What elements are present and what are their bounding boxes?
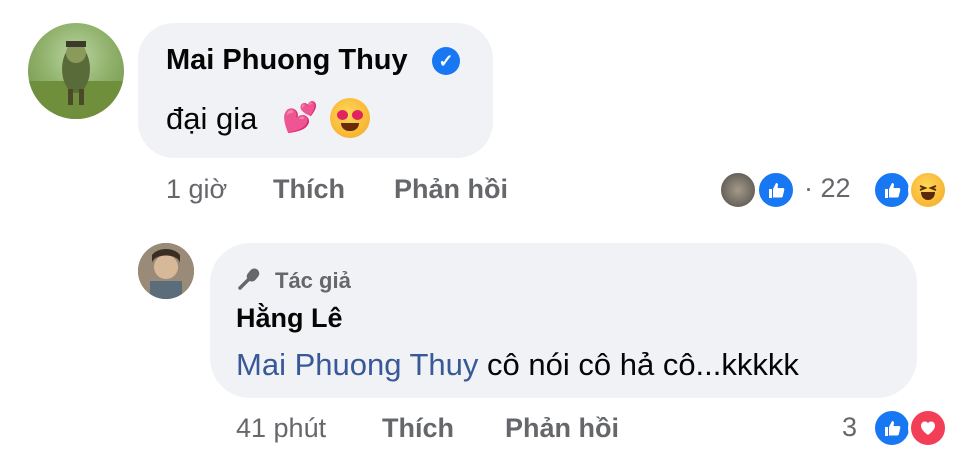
love-reaction-icon bbox=[908, 408, 948, 448]
reply-reactions[interactable]: 3 bbox=[838, 408, 958, 448]
reactor-avatar bbox=[718, 170, 758, 210]
reply-reply-button[interactable]: Phản hồi bbox=[505, 413, 619, 444]
author-badge-label: Tác giả bbox=[275, 268, 351, 293]
reply-author-name[interactable]: Hằng Lê bbox=[236, 303, 343, 334]
comment-reactions-count: · 22 bbox=[804, 173, 851, 203]
comment-reply-button[interactable]: Phản hồi bbox=[394, 174, 508, 205]
commenter-avatar[interactable] bbox=[28, 23, 124, 119]
comment-reactions[interactable]: · 22 bbox=[718, 170, 958, 210]
reply-text-body: cô nói cô hả cô...kkkkk bbox=[478, 347, 799, 382]
reply-mention-link[interactable]: Mai Phuong Thuy bbox=[236, 347, 478, 382]
reply-author-avatar[interactable] bbox=[138, 243, 194, 299]
reply-text: Mai Phuong Thuy cô nói cô hả cô...kkkkk bbox=[236, 347, 799, 383]
like-reaction-icon bbox=[872, 170, 912, 210]
verified-badge-icon: ✓ bbox=[432, 47, 460, 75]
comment-timestamp[interactable]: 1 giờ bbox=[166, 174, 227, 205]
comment-author-name[interactable]: Mai Phuong Thuy bbox=[166, 44, 408, 77]
heart-eyes-emoji-icon bbox=[330, 98, 370, 138]
reply-reactions-count: 3 bbox=[842, 412, 858, 442]
reply-like-button[interactable]: Thích bbox=[382, 413, 454, 444]
comment-text: đại gia bbox=[166, 101, 258, 136]
microphone-icon bbox=[236, 266, 266, 292]
two-hearts-emoji-icon: 💕 bbox=[282, 102, 318, 134]
reply-timestamp[interactable]: 41 phút bbox=[236, 413, 326, 444]
like-reaction-icon bbox=[756, 170, 796, 210]
like-reaction-icon bbox=[872, 408, 912, 448]
comment-like-button[interactable]: Thích bbox=[273, 174, 345, 205]
haha-reaction-icon bbox=[908, 170, 948, 210]
